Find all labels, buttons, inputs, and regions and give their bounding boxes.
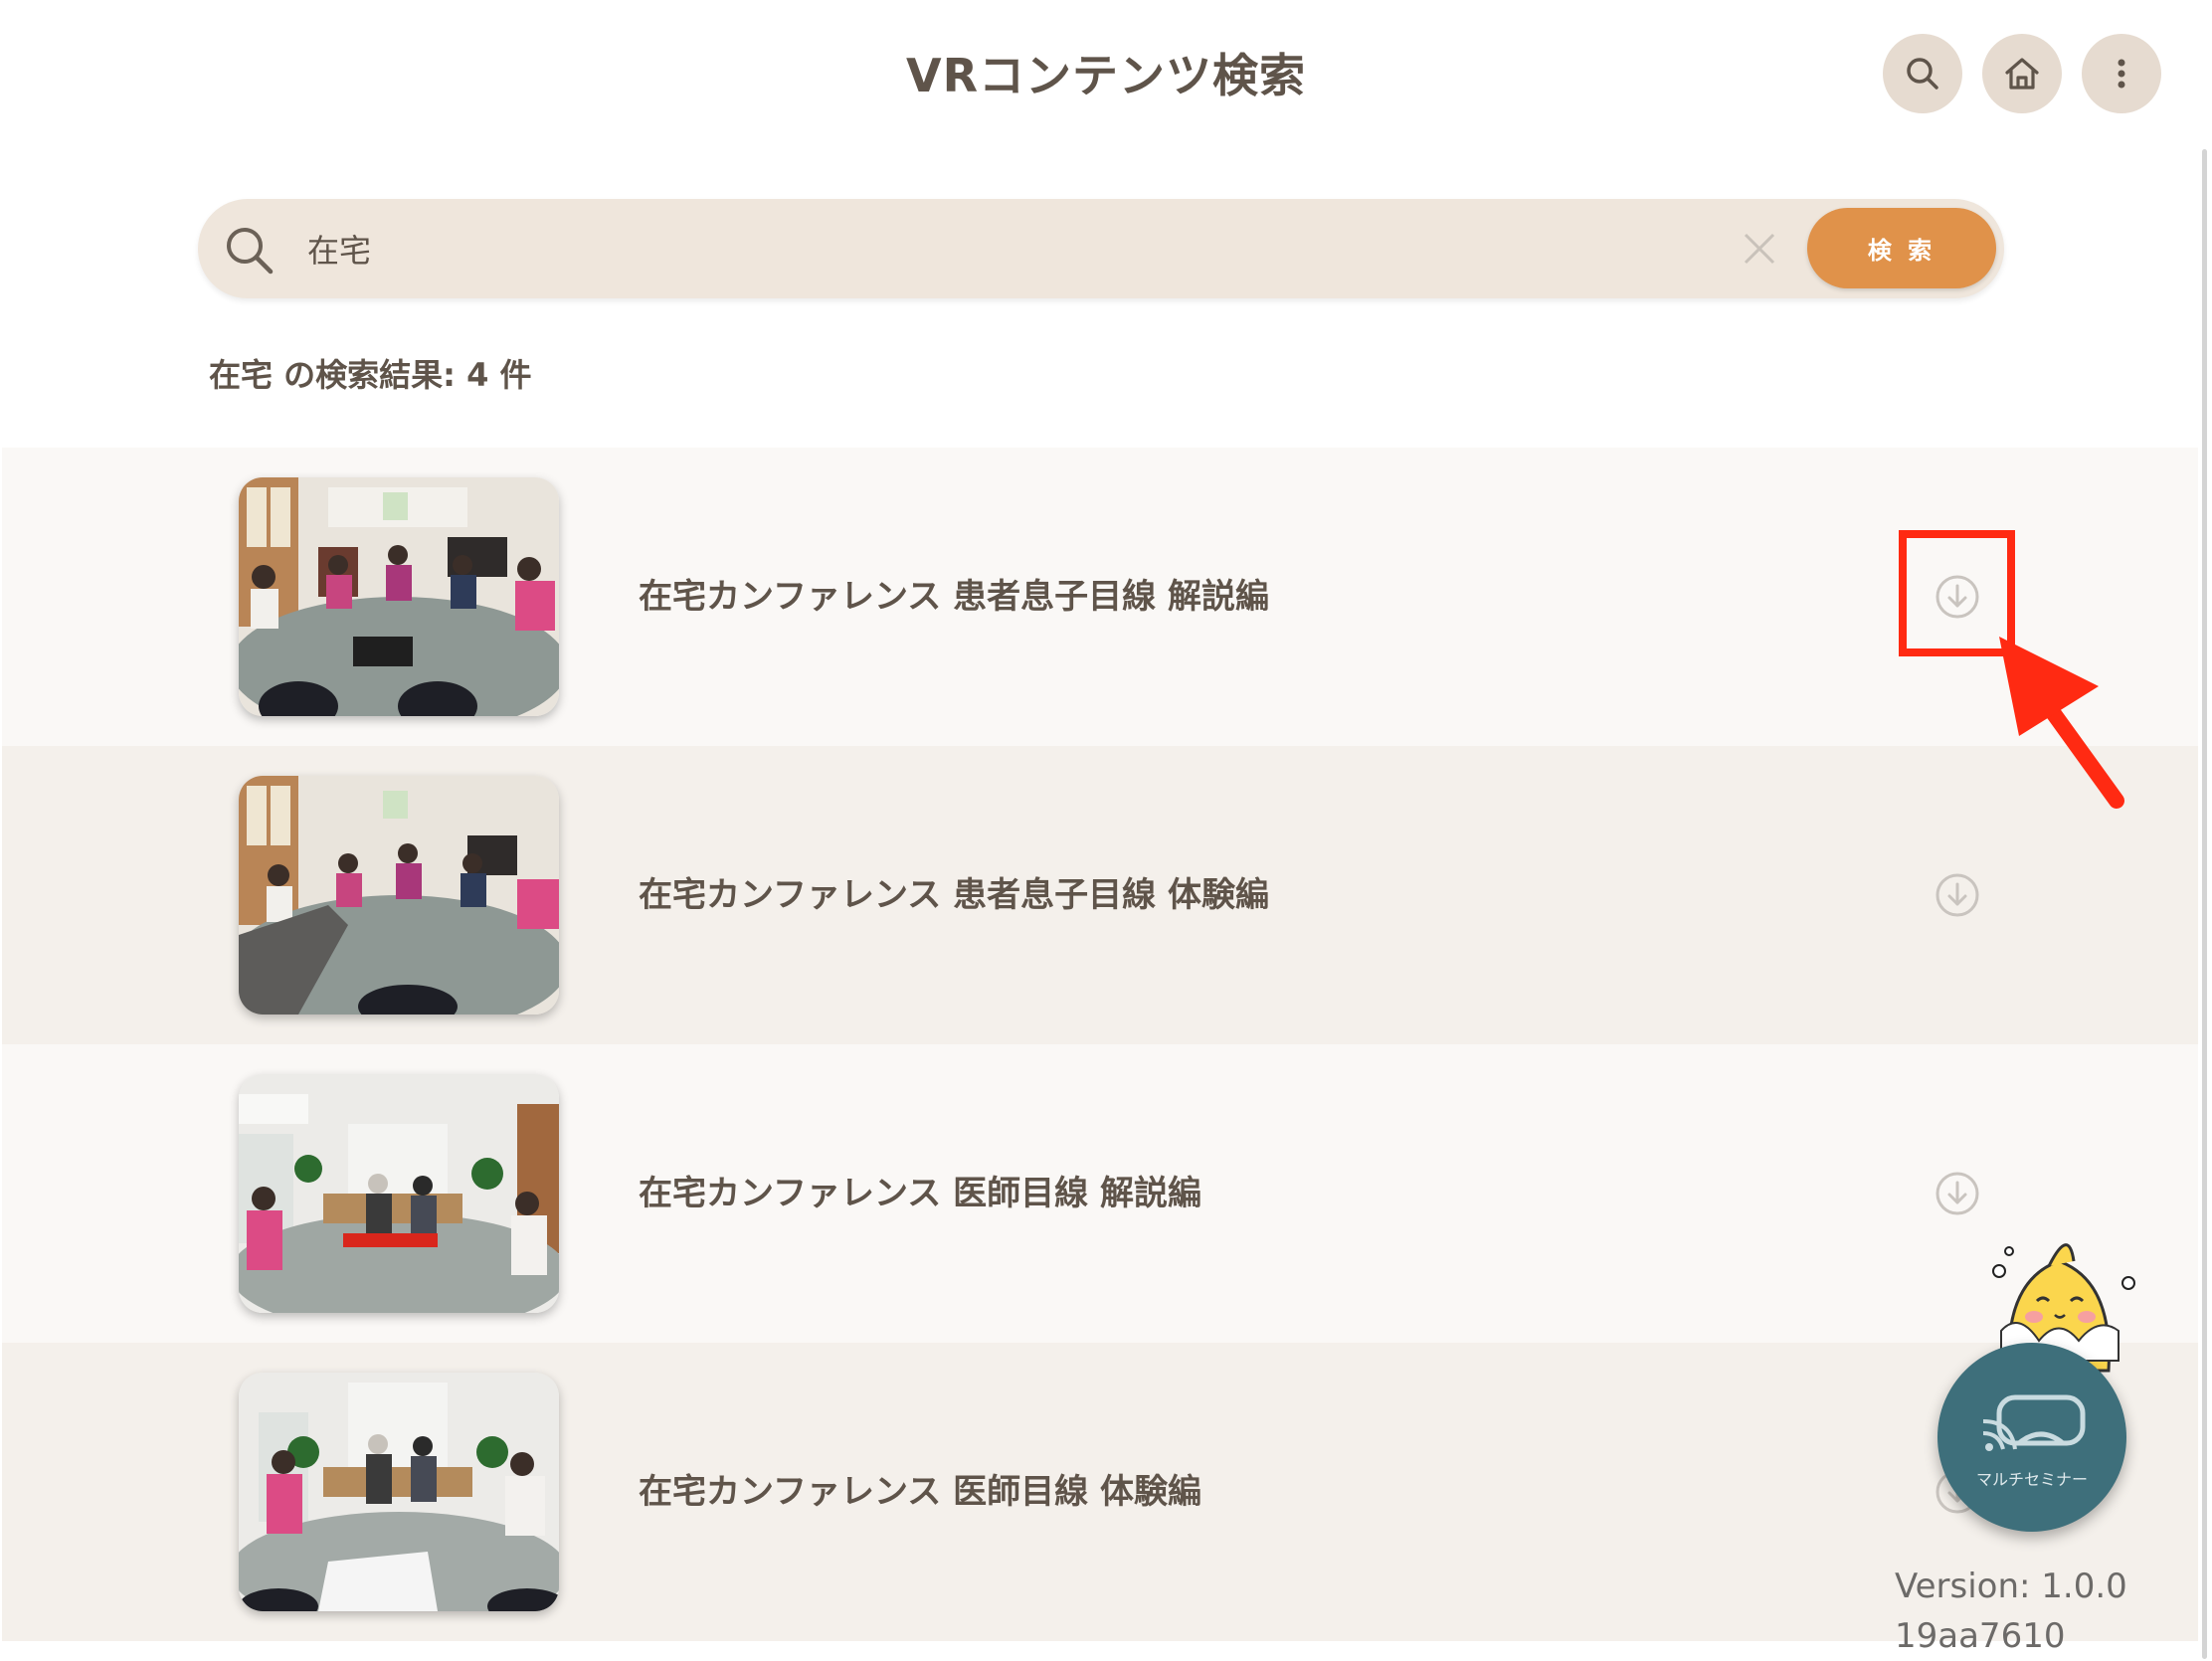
content-title[interactable]: 在宅カンファレンス 患者息子目線 体験編 [639, 867, 1269, 916]
thumbnail-image[interactable] [239, 1074, 559, 1313]
list-item[interactable]: 在宅カンファレンス 患者息子目線 解説編 [2, 448, 2198, 746]
list-item[interactable]: 在宅カンファレンス 医師目線 体験編 [2, 1343, 2198, 1641]
header-more-button[interactable] [2082, 34, 2161, 113]
search-icon [1907, 58, 1938, 90]
header-search-button[interactable] [1883, 34, 1962, 113]
version-text: Version: 1.0.0 [1895, 1567, 2127, 1606]
more-vertical-icon [2118, 59, 2125, 89]
home-icon [2005, 58, 2039, 90]
build-hash: 19aa7610 [1895, 1616, 2066, 1656]
multi-seminar-button[interactable]: マルチセミナー [1937, 1343, 2126, 1532]
pointer-arrow-icon [1999, 637, 2124, 809]
close-icon[interactable] [1740, 229, 1779, 269]
content-title[interactable]: 在宅カンファレンス 患者息子目線 解説編 [639, 569, 1269, 618]
version-info: Version: 1.0.0 19aa7610 [1895, 1562, 2127, 1661]
scrollbar[interactable] [2202, 149, 2207, 1659]
page-title: VRコンテンツ検索 [905, 49, 1307, 102]
content-title[interactable]: 在宅カンファレンス 医師目線 体験編 [639, 1464, 1201, 1513]
search-bar: 検 索 [198, 199, 2004, 298]
list-item[interactable]: 在宅カンファレンス 患者息子目線 体験編 [2, 746, 2198, 1044]
result-list: 在宅カンファレンス 患者息子目線 解説編 在宅カンファレンス 患者息子目線 体験… [2, 448, 2198, 1641]
list-item[interactable]: 在宅カンファレンス 医師目線 解説編 [2, 1044, 2198, 1343]
thumbnail-image[interactable] [239, 1373, 559, 1611]
download-icon[interactable] [1934, 1170, 1981, 1217]
result-count: 在宅 の検索結果: 4 件 [209, 356, 532, 394]
thumbnail-image[interactable] [239, 477, 559, 716]
app-header: VRコンテンツ検索 [0, 0, 2212, 149]
header-home-button[interactable] [1982, 34, 2062, 113]
multi-seminar-label: マルチセミナー [1975, 1470, 2088, 1489]
vr-headset-icon [1982, 1394, 2086, 1451]
search-button[interactable]: 検 索 [1807, 208, 1996, 288]
download-icon[interactable] [1934, 871, 1981, 919]
search-icon [227, 228, 274, 275]
thumbnail-image[interactable] [239, 776, 559, 1015]
content-title[interactable]: 在宅カンファレンス 医師目線 解説編 [639, 1166, 1201, 1214]
search-input[interactable] [307, 219, 1799, 278]
